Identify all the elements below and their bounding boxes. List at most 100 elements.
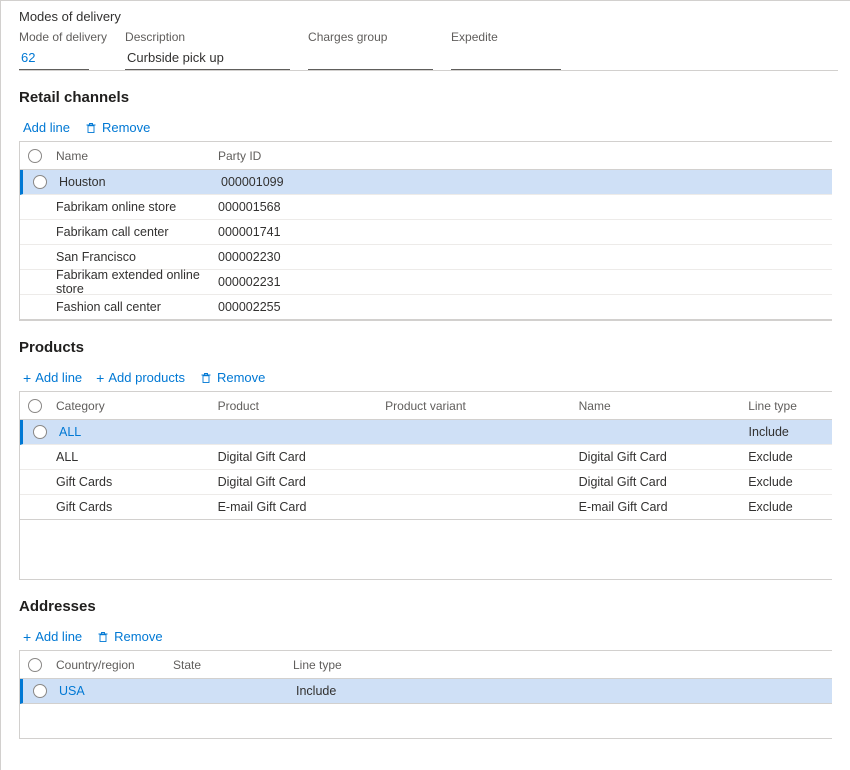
mode-field: Mode of delivery [19,30,107,70]
expedite-label: Expedite [451,30,561,44]
add-line-label: Add line [35,629,82,644]
cell-name: E-mail Gift Card [573,500,743,514]
header: Modes of delivery Mode of delivery Descr… [1,1,850,71]
description-input[interactable] [125,46,290,70]
remove-label: Remove [114,629,162,644]
table-row[interactable]: Gift CardsDigital Gift CardDigital Gift … [20,470,832,495]
cell-name: Fabrikam online store [50,200,212,214]
products-grid-header: Category Product Product variant Name Li… [20,392,832,420]
radio-icon [33,684,47,698]
add-products-label: Add products [108,370,185,385]
table-row[interactable]: Gift CardsE-mail Gift CardE-mail Gift Ca… [20,495,832,520]
cell-product: E-mail Gift Card [212,500,380,514]
cell-category: ALL [53,425,214,439]
charges-label: Charges group [308,30,433,44]
remove-button[interactable]: Remove [96,629,162,644]
table-row[interactable]: Houston000001099 [20,170,832,195]
add-line-button[interactable]: + Add line [23,370,82,385]
cell-category: ALL [50,450,212,464]
cell-linetype: Include [290,684,410,698]
cell-party: 000001568 [212,200,412,214]
plus-icon: + [96,371,104,385]
add-line-button[interactable]: Add line [23,120,70,135]
retail-grid-header: Name Party ID [20,142,832,170]
select-all-cell[interactable] [20,149,50,163]
select-all-cell[interactable] [20,658,50,672]
mode-input[interactable] [19,46,89,70]
cell-linetype: Exclude [742,475,832,489]
cell-category: Gift Cards [50,500,212,514]
cell-name: San Francisco [50,250,212,264]
cell-party: 000002255 [212,300,412,314]
row-select[interactable] [23,684,53,698]
row-select[interactable] [23,175,53,189]
products-section: Products + Add line + Add products Remov… [19,339,832,580]
addresses-grid-header: Country/region State Line type [20,651,832,679]
radio-icon [33,425,47,439]
cell-linetype: Exclude [742,450,832,464]
cell-linetype: Exclude [742,500,832,514]
expedite-input[interactable] [451,46,561,70]
remove-label: Remove [102,120,150,135]
charges-input[interactable] [308,46,433,70]
products-grid: Category Product Product variant Name Li… [19,391,832,580]
col-variant[interactable]: Product variant [379,399,573,413]
cell-name: Fabrikam call center [50,225,212,239]
retail-toolbar: Add line Remove [19,116,832,141]
radio-icon [28,149,42,163]
addresses-toolbar: + Add line Remove [19,625,832,650]
cell-party: 000002230 [212,250,412,264]
cell-linetype: Include [743,425,832,439]
table-row[interactable]: USA Include [20,679,832,704]
table-row[interactable]: Fashion call center000002255 [20,295,832,320]
table-row[interactable]: Fabrikam online store000001568 [20,195,832,220]
col-linetype[interactable]: Line type [742,399,832,413]
table-row[interactable]: Fabrikam call center000001741 [20,220,832,245]
col-linetype[interactable]: Line type [287,658,407,672]
radio-icon [28,658,42,672]
col-name[interactable]: Name [50,149,212,163]
plus-icon: + [23,630,31,644]
trash-icon [96,630,110,644]
products-toolbar: + Add line + Add products Remove [19,366,832,391]
add-products-button[interactable]: + Add products [96,370,185,385]
col-state[interactable]: State [167,658,287,672]
table-row[interactable]: ALL Include [20,420,832,445]
expedite-field: Expedite [451,30,561,70]
cell-name: Houston [53,175,215,189]
products-title: Products [19,339,832,356]
select-all-cell[interactable] [20,399,50,413]
remove-button[interactable]: Remove [199,370,265,385]
table-row[interactable]: ALLDigital Gift CardDigital Gift CardExc… [20,445,832,470]
col-product[interactable]: Product [212,399,380,413]
cell-country: USA [53,684,170,698]
addresses-grid: Country/region State Line type USA Includ… [19,650,832,739]
add-line-label: Add line [35,370,82,385]
page-title: Modes of delivery [19,9,838,24]
add-line-button[interactable]: + Add line [23,629,82,644]
cell-name: Fashion call center [50,300,212,314]
col-country[interactable]: Country/region [50,658,167,672]
table-row[interactable]: San Francisco000002230 [20,245,832,270]
col-category[interactable]: Category [50,399,212,413]
addresses-title: Addresses [19,598,832,615]
radio-icon [33,175,47,189]
cell-party: 000001741 [212,225,412,239]
col-name[interactable]: Name [573,399,743,413]
cell-name: Digital Gift Card [573,475,743,489]
retail-title: Retail channels [19,89,832,106]
table-row[interactable]: Fabrikam extended online store000002231 [20,270,832,295]
retail-grid-body: Houston000001099Fabrikam online store000… [20,170,832,321]
row-select[interactable] [23,425,53,439]
products-grid-body: ALL Include ALLDigital Gift CardDigital Gi… [20,420,832,580]
cell-party: 000001099 [215,175,415,189]
cell-party: 000002231 [212,275,412,289]
retail-section: Retail channels Add line Remove Name Par… [19,89,832,321]
col-party[interactable]: Party ID [212,149,412,163]
retail-grid: Name Party ID Houston000001099Fabrikam o… [19,141,832,321]
trash-icon [84,121,98,135]
remove-button[interactable]: Remove [84,120,150,135]
description-label: Description [125,30,290,44]
addresses-grid-body: USA Include [20,679,832,739]
plus-icon: + [23,371,31,385]
